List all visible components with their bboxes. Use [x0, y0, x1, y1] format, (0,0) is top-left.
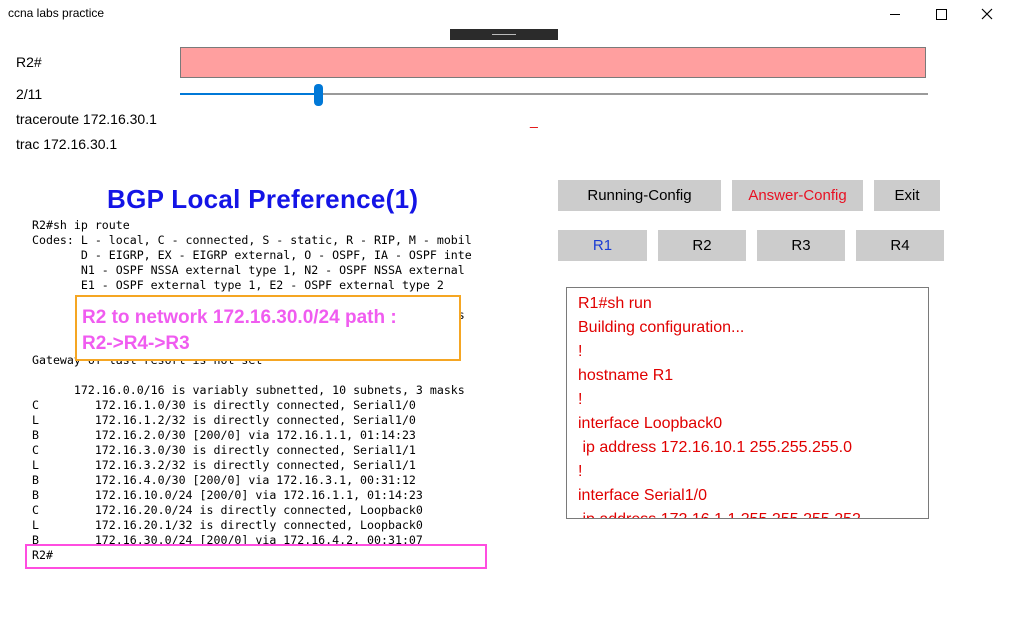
router-tab-r4[interactable]: R4 [856, 230, 944, 261]
config-line: ! [578, 391, 583, 408]
terminal-line: Codes: L - local, C - connected, S - sta… [32, 233, 472, 247]
terminal-line: B 172.16.4.0/30 [200/0] via 172.16.3.1, … [32, 473, 416, 487]
terminal-line: C 172.16.20.0/24 is directly connected, … [32, 503, 423, 517]
terminal-line: R2#sh ip route [32, 218, 130, 232]
router-tab-r3[interactable]: R3 [757, 230, 845, 261]
terminal-line: L 172.16.1.2/32 is directly connected, S… [32, 413, 416, 427]
window-title: ccna labs practice [8, 6, 105, 20]
terminal-line: L 172.16.3.2/32 is directly connected, S… [32, 458, 416, 472]
command-history-item: trac 172.16.30.1 [16, 136, 118, 152]
drag-handle[interactable] [450, 29, 558, 40]
router-tab-r1[interactable]: R1 [558, 230, 647, 261]
terminal-line: L 172.16.20.1/32 is directly connected, … [32, 518, 423, 532]
terminal-line: C 172.16.3.0/30 is directly connected, S… [32, 443, 416, 457]
router-tab-r2[interactable]: R2 [658, 230, 746, 261]
config-line: Building configuration... [578, 319, 745, 336]
terminal-line: 172.16.0.0/16 is variably subnetted, 10 … [32, 383, 465, 397]
close-icon [981, 8, 993, 20]
command-input[interactable] [180, 47, 926, 78]
terminal-line: D - EIGRP, EX - EIGRP external, O - OSPF… [32, 248, 472, 262]
lab-image-highlight [25, 544, 487, 569]
maximize-button[interactable] [918, 0, 964, 28]
prompt-label: R2# [16, 54, 42, 70]
progress-slider-thumb[interactable] [314, 84, 323, 106]
close-button[interactable] [964, 0, 1009, 28]
terminal-line: E1 - OSPF external type 1, E2 - OSPF ext… [32, 278, 444, 292]
config-line: ip address 172.16.10.1 255.255.255.0 [578, 439, 852, 456]
terminal-line: C 172.16.1.0/30 is directly connected, S… [32, 398, 416, 412]
lab-image-title: BGP Local Preference(1) [107, 184, 419, 214]
config-line: R1#sh run [578, 295, 652, 312]
config-line: interface Serial1/0 [578, 487, 707, 504]
terminal-line: N1 - OSPF NSSA external type 1, N2 - OSP… [32, 263, 465, 277]
config-text-area[interactable]: R1#sh run Building configuration... ! ho… [566, 287, 929, 519]
answer-config-button[interactable]: Answer-Config [732, 180, 863, 211]
minimize-icon [890, 13, 900, 15]
config-line: ! [578, 463, 583, 480]
terminal-line: B 172.16.10.0/24 [200/0] via 172.16.1.1,… [32, 488, 423, 502]
command-history-item: traceroute 172.16.30.1 [16, 111, 157, 127]
progress-label: 2/11 [16, 86, 43, 102]
config-line: ! [578, 343, 583, 360]
running-config-button[interactable]: Running-Config [558, 180, 721, 211]
terminal-line: B 172.16.2.0/30 [200/0] via 172.16.1.1, … [32, 428, 416, 442]
exit-button[interactable]: Exit [874, 180, 940, 211]
lab-image-terminal: R2#sh ip route Codes: L - local, C - conn… [32, 218, 472, 563]
lab-image-annotation: R2 to network 172.16.30.0/24 path : R2->… [82, 307, 397, 354]
minimize-button[interactable] [872, 0, 918, 28]
config-line: ip address 172.16.1.1 255.255.255.252 [567, 508, 928, 518]
text-cursor: _ [530, 112, 538, 128]
config-line: hostname R1 [578, 367, 674, 384]
config-line: interface Loopback0 [578, 415, 723, 432]
progress-slider-fill [180, 93, 319, 95]
maximize-icon [935, 8, 947, 20]
